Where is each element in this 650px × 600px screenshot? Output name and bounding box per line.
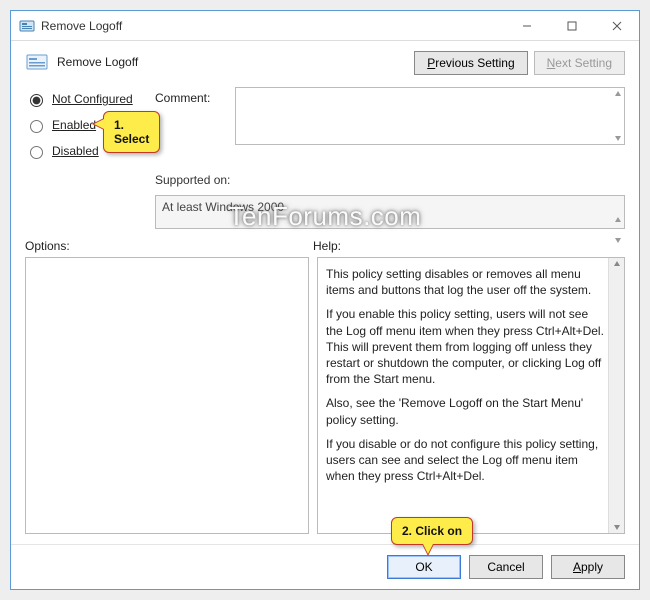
state-radio-group: Not Configured Enabled 1. Select Disable… xyxy=(25,87,155,159)
policy-icon xyxy=(25,51,49,75)
options-label: Options: xyxy=(25,239,313,253)
not-configured-radio[interactable] xyxy=(30,94,43,107)
help-paragraph: Also, see the 'Remove Logoff on the Star… xyxy=(326,395,608,427)
scrollbar-icon xyxy=(614,214,622,246)
pane-labels: Options: Help: xyxy=(25,239,625,253)
config-grid: Not Configured Enabled 1. Select Disable… xyxy=(25,87,625,229)
help-label: Help: xyxy=(313,239,341,253)
help-paragraph: If you disable or do not configure this … xyxy=(326,436,608,485)
title-bar: Remove Logoff xyxy=(11,11,639,41)
maximize-button[interactable] xyxy=(549,11,594,40)
chevron-down-icon xyxy=(613,523,621,531)
disabled-radio[interactable] xyxy=(30,146,43,159)
cancel-button[interactable]: Cancel xyxy=(469,555,543,579)
nav-buttons: Previous Setting Next Setting xyxy=(414,51,625,75)
callout-select: 1. Select xyxy=(103,111,160,153)
comment-textarea[interactable] xyxy=(235,87,625,145)
help-pane: This policy setting disables or removes … xyxy=(317,257,625,534)
chevron-up-icon xyxy=(613,260,621,268)
supported-on-label: Supported on: xyxy=(155,167,235,187)
enabled-radio[interactable] xyxy=(30,120,43,133)
not-configured-label: Not Configured xyxy=(52,92,133,106)
dialog-body: Remove Logoff Previous Setting Next Sett… xyxy=(11,41,639,544)
close-button[interactable] xyxy=(594,11,639,40)
window-controls xyxy=(504,11,639,40)
help-paragraph: If you enable this policy setting, users… xyxy=(326,306,608,387)
ok-button[interactable]: OK xyxy=(387,555,461,579)
policy-title: Remove Logoff xyxy=(57,51,414,69)
panes-row: This policy setting disables or removes … xyxy=(25,257,625,534)
scrollbar-icon xyxy=(614,88,622,144)
previous-setting-button[interactable]: Previous Setting xyxy=(414,51,527,75)
help-paragraph: This policy setting disables or removes … xyxy=(326,266,608,298)
enabled-label: Enabled xyxy=(52,118,96,132)
disabled-label: Disabled xyxy=(52,144,99,158)
policy-editor-window: Remove Logoff Remove Logoff Previous Set… xyxy=(10,10,640,590)
next-setting-button[interactable]: Next Setting xyxy=(534,51,625,75)
window-icon xyxy=(19,18,35,34)
options-pane xyxy=(25,257,309,534)
help-scrollbar[interactable] xyxy=(608,258,624,533)
comment-label: Comment: xyxy=(155,87,235,159)
header-row: Remove Logoff Previous Setting Next Sett… xyxy=(25,51,625,75)
supported-on-readonly: At least Windows 2000 xyxy=(155,195,625,229)
window-title: Remove Logoff xyxy=(41,19,504,33)
apply-button[interactable]: Apply xyxy=(551,555,625,579)
dialog-footer: 2. Click on OK Cancel Apply xyxy=(11,544,639,589)
minimize-button[interactable] xyxy=(504,11,549,40)
callout-click-on: 2. Click on xyxy=(391,517,473,545)
